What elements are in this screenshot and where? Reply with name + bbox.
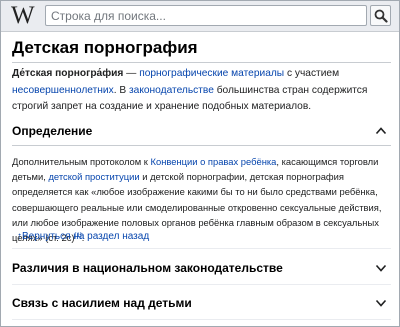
link-minors[interactable]: несовершеннолетних — [12, 85, 114, 96]
article-content: Детская порнография Де́тская порногра́фи… — [1, 32, 399, 326]
link-child-prostitution[interactable]: детской проституции — [48, 171, 139, 182]
search-icon — [374, 9, 388, 23]
header-bar: W — [1, 1, 399, 32]
link-convention[interactable]: Конвенции о правах ребёнка — [151, 156, 277, 167]
chevron-down-icon — [375, 299, 387, 307]
link-porn-materials[interactable]: порнографические материалы — [139, 68, 284, 79]
page-title: Детская порнография — [12, 38, 198, 57]
def-text-1: Дополнительным протоколом к — [12, 156, 151, 167]
back-to-section-link[interactable]: ↑Вернуться на раздел назад — [17, 231, 149, 242]
chevron-up-icon — [375, 127, 387, 135]
intro-dash: — — [123, 68, 140, 79]
section-title-national-law: Различия в национальном законодательстве — [12, 261, 283, 275]
wikipedia-logo[interactable]: W — [11, 3, 35, 28]
title-divider — [12, 62, 391, 63]
section-divider — [12, 284, 391, 285]
chevron-down-icon — [375, 264, 387, 272]
intro-text-1: с участием — [284, 68, 340, 79]
section-divider — [12, 319, 391, 320]
section-header-child-abuse[interactable]: Связь с насилием над детьми — [12, 296, 391, 316]
section-divider — [12, 248, 391, 249]
link-legislation[interactable]: законодательстве — [129, 85, 214, 96]
search-button[interactable] — [370, 5, 391, 26]
search-input[interactable] — [45, 5, 367, 26]
intro-text-2: . В — [113, 84, 129, 96]
intro-term: Де́тская порногра́фия — [12, 68, 124, 79]
section-title-definition: Определение — [12, 124, 93, 138]
intro-paragraph: Де́тская порногра́фия — порнографические… — [12, 66, 388, 116]
section-divider — [12, 145, 391, 146]
section-header-national-law[interactable]: Различия в национальном законодательстве — [12, 261, 391, 281]
section-header-definition[interactable]: Определение — [12, 124, 391, 144]
page-frame: W Детская порнография Де́тская порногра́… — [0, 0, 400, 327]
section-title-child-abuse: Связь с насилием над детьми — [12, 296, 192, 310]
